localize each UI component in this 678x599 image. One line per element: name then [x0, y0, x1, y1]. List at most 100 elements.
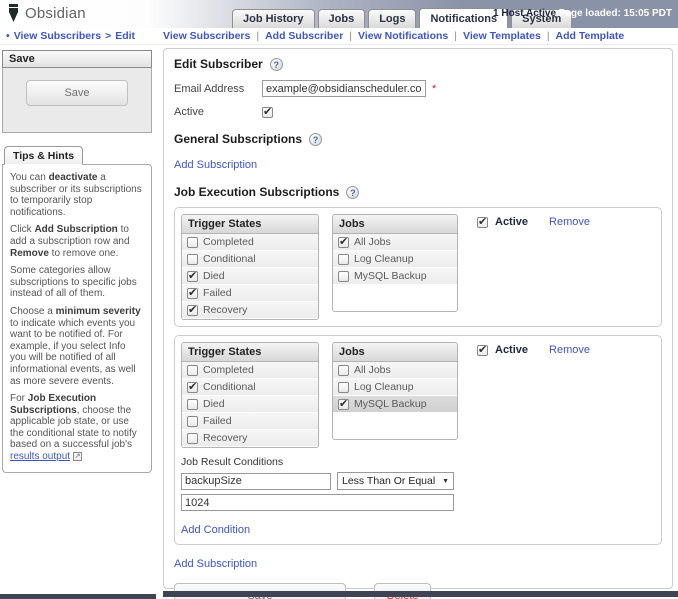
tip-paragraph: Click Add Subscription to add a subscrip…	[10, 224, 144, 259]
row-label: Died	[203, 270, 225, 282]
trigger-state-row[interactable]: Failed	[182, 413, 318, 430]
checkbox[interactable]	[338, 237, 349, 248]
logo: Obsidian	[7, 4, 86, 22]
condition-row: Less Than Or Equal ▼	[181, 472, 655, 490]
condition-value-input[interactable]	[181, 494, 454, 511]
subscription-active-label: Active	[495, 344, 528, 356]
external-link-icon: ↗	[73, 452, 82, 461]
email-row: Email Address *	[174, 80, 662, 97]
obsidian-scheduler-app: Obsidian Job History Jobs Logs Notificat…	[0, 0, 678, 599]
add-condition-link[interactable]: Add Condition	[181, 524, 250, 536]
subscription-box-2: Trigger States Completed Conditional Die…	[174, 335, 662, 545]
subscription-active-checkbox[interactable]	[477, 345, 488, 356]
job-row[interactable]: MySQL Backup	[333, 268, 457, 285]
checkbox[interactable]	[187, 237, 198, 248]
trigger-state-row[interactable]: Died	[182, 396, 318, 413]
checkbox[interactable]	[338, 254, 349, 265]
tab-logs[interactable]: Logs	[368, 9, 416, 28]
row-label: Failed	[203, 415, 232, 427]
page-title-row: Edit Subscriber ?	[174, 57, 662, 71]
tab-job-history[interactable]: Job History	[232, 9, 315, 28]
job-row[interactable]: Log Cleanup	[333, 379, 457, 396]
condition-property-input[interactable]	[181, 473, 331, 490]
jobs-listbox: Jobs All Jobs Log Cleanup MySQL Backup	[332, 342, 458, 440]
tip-paragraph: For Job Execution Subscriptions, choose …	[10, 393, 144, 463]
subnav-view-notifications[interactable]: View Notifications	[358, 30, 448, 42]
active-checkbox[interactable]	[262, 107, 273, 118]
tips-panel: Tips & Hints You can deactivate a subscr…	[2, 146, 152, 473]
host-status: 1 Host Active	[493, 8, 556, 19]
checkbox[interactable]	[187, 399, 198, 410]
checkbox[interactable]	[187, 433, 198, 444]
help-icon[interactable]: ?	[309, 133, 322, 146]
checkbox[interactable]	[187, 271, 198, 282]
subscription-active-checkbox[interactable]	[477, 217, 488, 228]
tab-jobs[interactable]: Jobs	[318, 9, 366, 28]
trigger-state-row[interactable]: Conditional	[182, 251, 318, 268]
subnav-add-template[interactable]: Add Template	[556, 30, 625, 42]
job-row[interactable]: All Jobs	[333, 234, 457, 251]
save-panel-body: Save	[2, 68, 152, 133]
sidebar-save-button[interactable]: Save	[26, 80, 128, 106]
row-label: MySQL Backup	[354, 398, 427, 410]
subscription-active-label: Active	[495, 216, 528, 228]
checkbox[interactable]	[187, 382, 198, 393]
checkbox[interactable]	[187, 254, 198, 265]
trigger-state-row[interactable]: Died	[182, 268, 318, 285]
row-label: All Jobs	[354, 364, 391, 376]
breadcrumb: • View Subscribers > Edit	[6, 30, 135, 42]
bullet-icon: •	[6, 30, 10, 42]
trigger-state-row[interactable]: Failed	[182, 285, 318, 302]
checkbox[interactable]	[338, 399, 349, 410]
selected-operator: Less Than Or Equal	[342, 475, 435, 487]
tips-panel-title: Tips & Hints	[4, 146, 83, 165]
page-loaded-timestamp: Page loaded: 15:05 PDT	[559, 8, 672, 19]
row-label: Completed	[203, 236, 254, 248]
checkbox[interactable]	[187, 305, 198, 316]
general-subscriptions-title: General Subscriptions	[174, 132, 302, 146]
remove-subscription-link[interactable]: Remove	[549, 216, 590, 228]
trigger-state-row[interactable]: Conditional	[182, 379, 318, 396]
email-input[interactable]	[262, 80, 426, 97]
main-bottom-bar	[163, 591, 678, 597]
job-row[interactable]: All Jobs	[333, 362, 457, 379]
checkbox[interactable]	[338, 365, 349, 376]
checkbox[interactable]	[187, 288, 198, 299]
row-label: Log Cleanup	[354, 253, 414, 265]
row-label: Completed	[203, 364, 254, 376]
page-title: Edit Subscriber	[174, 57, 263, 71]
row-label: Log Cleanup	[354, 381, 414, 393]
job-row[interactable]: Log Cleanup	[333, 251, 457, 268]
results-output-link[interactable]: results output	[10, 451, 70, 462]
help-icon[interactable]: ?	[270, 58, 283, 71]
checkbox[interactable]	[187, 416, 198, 427]
tip-paragraph: Some categories allow subscriptions to s…	[10, 265, 144, 300]
trigger-states-header: Trigger States	[182, 215, 318, 234]
breadcrumb-view-subscribers[interactable]: View Subscribers	[14, 30, 101, 42]
add-general-subscription-link[interactable]: Add Subscription	[174, 159, 257, 171]
condition-operator-select[interactable]: Less Than Or Equal ▼	[337, 472, 454, 490]
breadcrumb-edit: Edit	[115, 30, 135, 42]
tip-paragraph: You can deactivate a subscriber or its s…	[10, 172, 144, 218]
sidebar-bottom-bar	[0, 594, 156, 599]
job-result-conditions-title: Job Result Conditions	[181, 456, 655, 468]
trigger-state-row[interactable]: Completed	[182, 362, 318, 379]
trigger-state-row[interactable]: Recovery	[182, 302, 318, 319]
row-label: Conditional	[203, 253, 256, 265]
help-icon[interactable]: ?	[346, 186, 359, 199]
subnav: View Subscribers|Add Subscriber|View Not…	[163, 30, 624, 42]
trigger-state-row[interactable]: Completed	[182, 234, 318, 251]
remove-subscription-link[interactable]: Remove	[549, 344, 590, 356]
checkbox[interactable]	[187, 365, 198, 376]
checkbox[interactable]	[338, 271, 349, 282]
trigger-state-row[interactable]: Recovery	[182, 430, 318, 447]
row-label: Conditional	[203, 381, 256, 393]
job-row[interactable]: MySQL Backup	[333, 396, 457, 413]
subnav-view-subscribers[interactable]: View Subscribers	[163, 30, 250, 42]
subnav-view-templates[interactable]: View Templates	[463, 30, 541, 42]
add-job-exec-subscription-link[interactable]: Add Subscription	[174, 558, 257, 570]
checkbox[interactable]	[338, 382, 349, 393]
breadcrumb-separator: >	[105, 30, 111, 42]
chevron-down-icon: ▼	[442, 478, 449, 485]
subnav-add-subscriber[interactable]: Add Subscriber	[265, 30, 343, 42]
